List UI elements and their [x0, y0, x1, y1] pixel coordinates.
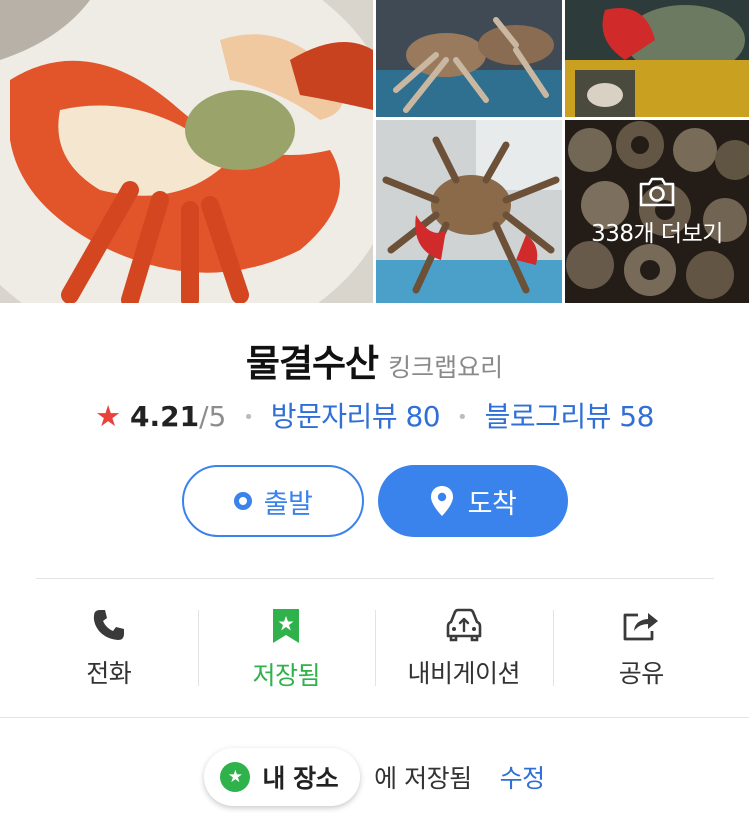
place-title-row: 물결수산 킹크랩요리 — [0, 333, 749, 387]
photo-king-crabs-in-tank[interactable] — [376, 0, 562, 117]
my-places-chip[interactable]: ★ 내 장소 — [204, 748, 361, 806]
share-label: 공유 — [618, 659, 665, 688]
call-label: 전화 — [86, 659, 132, 688]
arrive-label: 도착 — [467, 488, 517, 520]
origin-dot-icon — [233, 492, 252, 510]
phone-icon — [93, 610, 124, 640]
edit-link[interactable]: 수정 — [500, 759, 546, 795]
navigation-label: 내비게이션 — [407, 659, 520, 688]
photo-sea-snails[interactable]: 338개 더보기 — [565, 120, 749, 303]
separator-dot: • — [243, 407, 254, 428]
photo-king-crab-held-up[interactable] — [376, 120, 562, 303]
photo-gallery: 338개 더보기 — [0, 0, 749, 303]
divider — [0, 717, 749, 718]
car-navigation-icon — [446, 608, 482, 642]
saved-suffix-text: 에 저장됨 — [374, 764, 472, 793]
visitor-reviews-link[interactable]: 방문자리뷰 80 — [271, 400, 441, 433]
bookmark-star-icon — [273, 609, 300, 643]
photo-lobster-platter[interactable] — [0, 0, 373, 303]
star-icon: ★ — [95, 399, 122, 433]
my-places-label: 내 장소 — [262, 764, 339, 793]
call-button[interactable]: 전화 — [20, 608, 198, 690]
saved-status-row: ★ 내 장소 에 저장됨 수정 — [0, 748, 749, 806]
rating-row: ★ 4.21/5 • 방문자리뷰 80 • 블로그리뷰 58 — [0, 395, 749, 435]
map-pin-icon — [430, 486, 453, 516]
share-button[interactable]: 공유 — [552, 608, 731, 690]
camera-icon — [639, 177, 675, 206]
star-icon: ★ — [220, 762, 251, 792]
place-name: 물결수산 — [245, 342, 379, 385]
divider — [36, 578, 714, 579]
photo-crab-held-red-gloves[interactable] — [565, 0, 749, 117]
blog-reviews-link[interactable]: 블로그리뷰 58 — [485, 400, 655, 433]
rating-max: /5 — [199, 400, 227, 433]
place-category: 킹크랩요리 — [388, 353, 504, 382]
saved-button[interactable]: 저장됨 — [197, 608, 376, 690]
depart-button[interactable]: 출발 — [182, 465, 364, 537]
depart-label: 출발 — [263, 488, 313, 520]
action-bar: 전화 저장됨 내비게이션 공유 — [20, 608, 730, 690]
separator-dot: • — [457, 407, 468, 428]
arrive-button[interactable]: 도착 — [378, 465, 568, 537]
rating-value: 4.21 — [130, 400, 200, 433]
share-icon — [623, 613, 659, 641]
more-photos-button[interactable]: 338개 더보기 — [565, 120, 749, 303]
saved-label: 저장됨 — [252, 661, 320, 690]
navigation-button[interactable]: 내비게이션 — [375, 608, 553, 690]
more-photos-label: 338개 더보기 — [591, 220, 723, 247]
